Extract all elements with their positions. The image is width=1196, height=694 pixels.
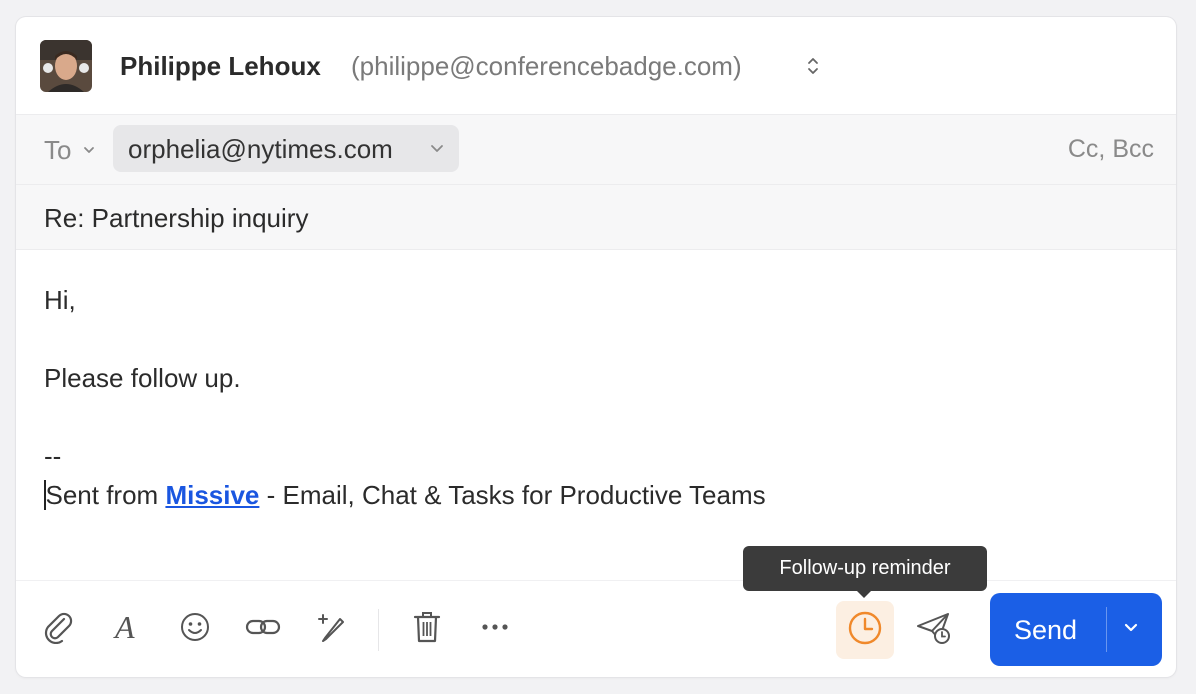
signature-separator: -- [44,441,62,471]
cc-bcc-button[interactable]: Cc, Bcc [1068,135,1154,164]
discard-button[interactable] [405,607,449,651]
signature-line: Sent from Missive - Email, Chat & Tasks … [44,476,1144,515]
send-later-button[interactable] [912,607,956,651]
to-label[interactable]: To [44,135,71,166]
follow-up-tooltip: Follow-up reminder [743,546,987,591]
emoji-icon [178,610,212,649]
send-divider [1106,607,1107,652]
svg-text:A: A [113,610,135,644]
composer-toolbar: A Send [16,580,1176,677]
clock-icon [846,609,884,652]
missive-link[interactable]: Missive [165,480,259,510]
emoji-button[interactable] [173,607,217,651]
format-button[interactable]: A [105,607,149,651]
toolbar-divider [378,609,379,651]
to-row: To orphelia@nytimes.com Cc, Bcc [16,114,1176,185]
format-text-icon: A [110,609,144,649]
more-icon [478,610,512,649]
attachment-icon [41,610,75,649]
send-later-icon [915,609,953,650]
link-button[interactable] [241,607,285,651]
recipient-email: orphelia@nytimes.com [128,134,393,164]
body-message: Please follow up. [44,363,241,393]
from-row[interactable]: Philippe Lehoux (philippe@conferencebadg… [16,17,1176,114]
recipient-chip[interactable]: orphelia@nytimes.com [113,125,459,172]
message-body[interactable]: Hi, Please follow up. -- Sent from Missi… [44,281,1144,515]
sender-name: Philippe Lehoux [120,51,321,81]
signature-prefix: Sent from [45,480,166,510]
link-icon [244,610,282,649]
signature-suffix: - Email, Chat & Tasks for Productive Tea… [259,480,766,510]
attach-button[interactable] [36,607,80,651]
sender-email: (philippe@conferencebadge.com) [351,51,742,81]
subject-input[interactable]: Re: Partnership inquiry [44,203,308,234]
send-label: Send [1014,615,1078,645]
send-button[interactable]: Send [990,593,1162,666]
signature-button[interactable] [310,607,354,651]
chevron-down-icon[interactable] [82,142,96,160]
trash-icon [410,609,444,650]
body-blank [44,320,1144,359]
subject-row[interactable]: Re: Partnership inquiry [16,184,1176,250]
avatar [40,40,92,92]
email-composer: Philippe Lehoux (philippe@conferencebadg… [16,17,1176,677]
chevron-down-icon[interactable] [429,142,445,160]
chevron-down-icon[interactable] [1122,621,1140,640]
up-down-chevron-icon[interactable] [806,55,820,82]
follow-up-reminder-button[interactable] [836,601,894,659]
signature-icon [315,610,349,649]
tooltip-arrow [856,590,872,598]
more-button[interactable] [473,607,517,651]
body-blank [44,398,1144,437]
body-greeting: Hi, [44,285,76,315]
